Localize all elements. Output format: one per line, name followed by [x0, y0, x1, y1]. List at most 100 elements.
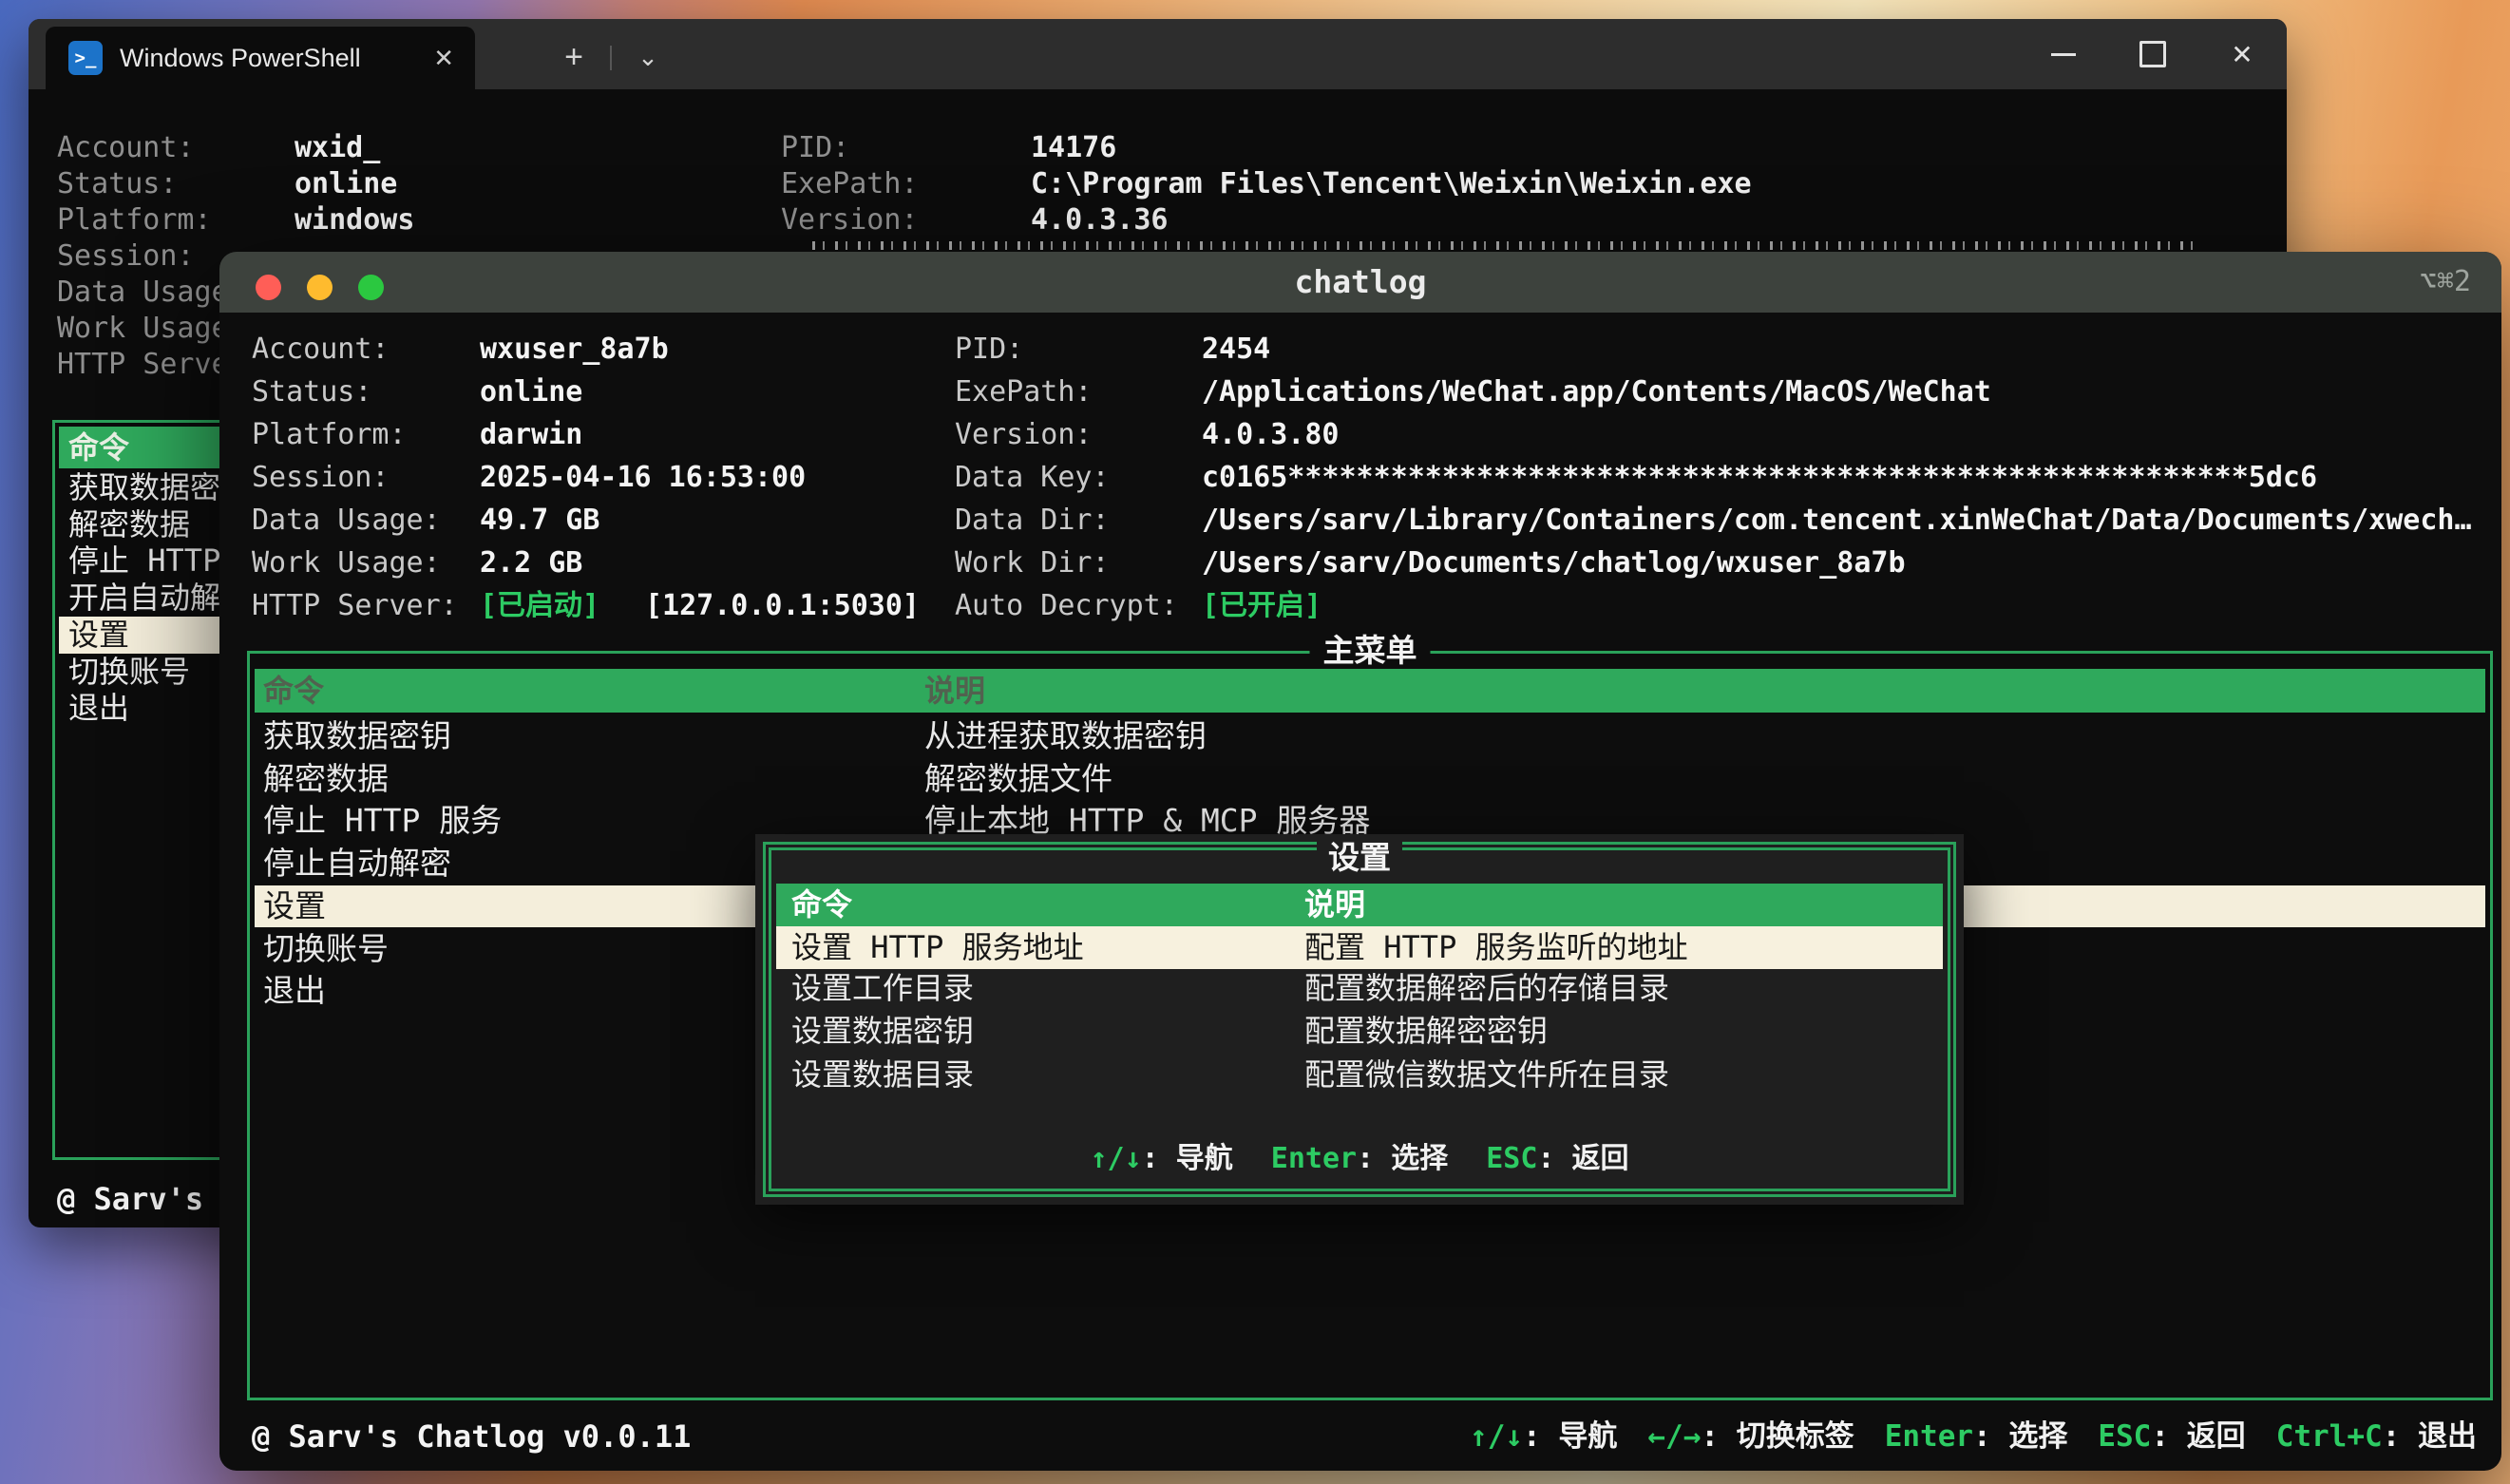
menu-row[interactable]: 获取数据密钥 从进程获取数据密钥	[255, 715, 2485, 757]
chatlog-titlebar[interactable]: chatlog ⌥⌘2	[219, 252, 2501, 313]
column-command: 命令	[263, 673, 325, 709]
row-description: 配置数据解密密钥	[1304, 1013, 1549, 1049]
maximize-button[interactable]	[2108, 19, 2197, 89]
http-server-address: [127.0.0.1:5030]	[645, 589, 920, 622]
row-description: 解密数据文件	[924, 760, 1112, 797]
info-label: ExePath:	[955, 375, 1093, 409]
row-description: 从进程获取数据密钥	[924, 717, 1207, 754]
dialog-row[interactable]: 设置工作目录 配置数据解密后的存储目录	[776, 967, 1943, 1010]
maximize-icon	[2139, 41, 2166, 67]
hint-navigate: ↑/↓导航	[1470, 1416, 1617, 1457]
row-command: 设置数据目录	[791, 1056, 975, 1093]
row-command: 设置 HTTP 服务地址	[791, 929, 1084, 965]
row-description: 配置微信数据文件所在目录	[1304, 1056, 1670, 1093]
info-label: Work Usage:	[252, 546, 441, 580]
dialog-row[interactable]: 设置数据目录 配置微信数据文件所在目录	[776, 1054, 1943, 1096]
info-label: Work Dir:	[955, 546, 1110, 580]
ps-value: 14176	[1031, 131, 1117, 164]
chatlog-info-row: Work Usage: 2.2 GB Work Dir: /Users/sarv…	[219, 542, 2501, 584]
row-command: 停止 HTTP 服务	[263, 802, 503, 839]
app-version-text: @ Sarv's Chatlog v0.0.11	[252, 1418, 692, 1455]
info-value: /Users/sarv/Documents/chatlog/wxuser_8a7…	[1202, 546, 1906, 580]
row-command: 切换账号	[263, 930, 389, 967]
info-label: Status:	[252, 375, 372, 409]
hint-select: Enter选择	[1885, 1416, 2068, 1457]
keyboard-hints: ↑/↓导航 ←/→切换标签 Enter选择 ESC返回 Ctrl+C退出	[1470, 1416, 2477, 1457]
info-label: PID:	[955, 333, 1024, 366]
info-value: 2454	[1202, 333, 1271, 366]
dialog-row-selected[interactable]: 设置 HTTP 服务地址 配置 HTTP 服务监听的地址	[776, 926, 1943, 969]
row-command: 停止自动解密	[263, 845, 451, 882]
info-value: wxuser_8a7b	[480, 333, 669, 366]
window-controls: ✕	[2019, 19, 2287, 89]
chatlog-info-row: Status: online ExePath: /Applications/We…	[219, 371, 2501, 413]
column-command: 命令	[791, 886, 853, 923]
settings-dialog: 设置 命令 说明 设置 HTTP 服务地址 配置 HTTP 服务监听的地址 设置…	[755, 834, 1964, 1205]
status-bar: @ Sarv's Chatlog v0.0.11 ↑/↓导航 ←/→切换标签 E…	[219, 1416, 2501, 1457]
window-shortcut-badge: ⌥⌘2	[2419, 265, 2471, 298]
info-value: /Users/sarv/Library/Containers/com.tence…	[1202, 504, 2472, 537]
info-label: Platform:	[252, 418, 407, 451]
tab-windows-powershell[interactable]: >_ Windows PowerShell ✕	[46, 27, 475, 89]
row-command: 获取数据密钥	[263, 717, 451, 754]
info-label: HTTP Server:	[252, 589, 458, 622]
row-command: 退出	[263, 972, 326, 1009]
minimize-button[interactable]	[2019, 19, 2108, 89]
chatlog-window: chatlog ⌥⌘2 Account: wxuser_8a7b PID: 24…	[219, 252, 2501, 1471]
dialog-footer-hints: ↑/↓导航 Enter选择 ESC返回	[776, 1140, 1943, 1178]
powershell-titlebar[interactable]: >_ Windows PowerShell ✕ + ⌄ ✕	[29, 19, 2287, 89]
row-description: 配置 HTTP 服务监听的地址	[1304, 929, 1688, 965]
ps-label: Version:	[781, 203, 919, 237]
row-command: 设置	[263, 887, 326, 924]
clipped-text-row	[812, 241, 2199, 250]
row-command: 设置数据密钥	[791, 1013, 975, 1049]
dialog-title: 设置	[1317, 838, 1402, 878]
desktop: { "colors": { "accent_green": "#2fa95c",…	[0, 0, 2510, 1484]
ps-value: wxid_	[295, 131, 381, 164]
info-label: Session:	[252, 461, 390, 494]
ps-value: windows	[295, 203, 415, 237]
dialog-row[interactable]: 设置数据密钥 配置数据解密密钥	[776, 1010, 1943, 1053]
hint-back: ESC返回	[1486, 1140, 1628, 1178]
ps-label: ExePath:	[781, 167, 919, 200]
info-label: Data Dir:	[955, 504, 1110, 537]
ps-label: Account:	[57, 131, 195, 164]
dialog-header-row: 命令 说明	[776, 884, 1943, 926]
ps-label: Status:	[57, 167, 178, 200]
info-value: 4.0.3.80	[1202, 418, 1340, 451]
info-label: Data Key:	[955, 461, 1110, 494]
close-button[interactable]: ✕	[2197, 19, 2287, 89]
hint-navigate: ↑/↓导航	[1090, 1140, 1232, 1178]
column-description: 说明	[1304, 886, 1366, 923]
chatlog-info-row: Session: 2025-04-16 16:53:00 Data Key: c…	[219, 457, 2501, 499]
http-server-status-badge: [已启动]	[480, 589, 600, 622]
menu-row[interactable]: 解密数据 解密数据文件	[255, 758, 2485, 800]
main-menu-title: 主菜单	[1309, 630, 1431, 672]
tabbar-divider	[610, 46, 612, 70]
ps-label: Session:	[57, 239, 195, 273]
ps-value: C:\Program Files\Tencent\Weixin\Weixin.e…	[1031, 167, 1752, 200]
info-value: /Applications/WeChat.app/Contents/MacOS/…	[1202, 375, 1991, 409]
info-label: Data Usage:	[252, 504, 441, 537]
tab-close-icon[interactable]: ✕	[433, 44, 454, 73]
main-menu-header-row: 命令 说明	[255, 669, 2485, 713]
chatlog-info-row: HTTP Server: [已启动] [127.0.0.1:5030] Auto…	[219, 585, 2501, 627]
new-tab-button[interactable]: +	[549, 34, 599, 80]
ps-label: Data Usage:	[57, 276, 246, 309]
tab-title: Windows PowerShell	[120, 43, 361, 72]
info-value: c0165***********************************…	[1202, 461, 2317, 494]
ps-info-row: Platform: windows Version: 4.0.3.36	[29, 202, 2287, 238]
window-title: chatlog	[1294, 263, 1427, 300]
powershell-icon: >_	[68, 41, 103, 75]
info-value: darwin	[480, 418, 583, 451]
tab-dropdown-icon[interactable]: ⌄	[623, 34, 673, 80]
ps-value: online	[295, 167, 398, 200]
hint-switch-tab: ←/→切换标签	[1647, 1416, 1854, 1457]
chatlog-info-row: Account: wxuser_8a7b PID: 2454	[219, 329, 2501, 371]
ps-footer-text: @ Sarv's	[57, 1181, 204, 1217]
row-command: 设置工作目录	[791, 970, 975, 1006]
hint-select: Enter选择	[1271, 1140, 1448, 1178]
hint-quit: Ctrl+C退出	[2276, 1416, 2477, 1457]
ps-info-row: Account: wxid_ PID: 14176	[29, 130, 2287, 166]
info-value: 49.7 GB	[480, 504, 600, 537]
